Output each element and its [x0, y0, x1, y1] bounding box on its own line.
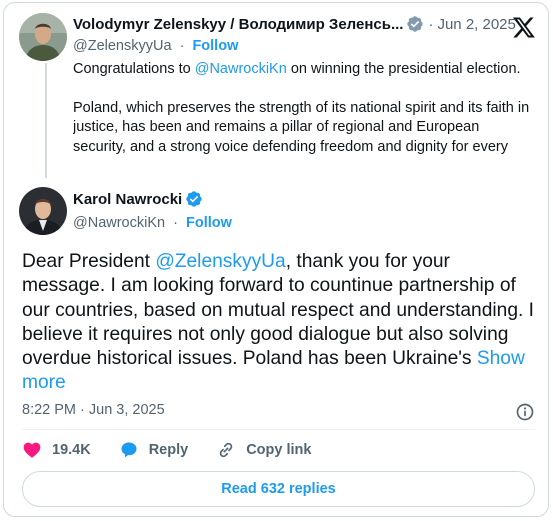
follow-nawrocki-button[interactable]: Follow: [186, 215, 232, 231]
quoted-author-row: Volodymyr Zelenskyy / Володимир Зеленсь.…: [73, 15, 516, 33]
verified-badge-icon: [407, 16, 424, 32]
action-bar: 19.4K Reply Copy link: [22, 440, 339, 460]
quoted-paragraph-2: Poland, which preserves the strength of …: [73, 99, 530, 155]
copy-link-button[interactable]: Copy link: [216, 440, 311, 460]
quoted-post-date[interactable]: Jun 2, 2025: [437, 16, 515, 33]
reply-handle-row: @NawrockiKn · Follow: [73, 215, 232, 231]
separator-dot: ·: [173, 215, 178, 231]
info-icon[interactable]: [515, 402, 535, 422]
quoted-post-text: Congratulations to @NawrockiKn on winnin…: [73, 60, 533, 176]
reply-button[interactable]: Reply: [119, 440, 189, 460]
mention-link[interactable]: @ZelenskyyUa: [155, 251, 285, 272]
reply-bubble-icon: [121, 442, 137, 458]
divider: [22, 429, 535, 430]
quoted-handle-row: @ZelenskyyUa · Follow: [73, 38, 238, 54]
follow-zelenskyy-button[interactable]: Follow: [192, 38, 238, 54]
separator-dot: ·: [428, 15, 434, 33]
heart-icon: [23, 442, 41, 458]
like-count: 19.4K: [52, 442, 91, 458]
link-icon: [219, 442, 233, 458]
reply-handle[interactable]: @NawrockiKn: [73, 215, 165, 231]
reply-post-text: Dear President @ZelenskyyUa, thank you f…: [22, 250, 537, 396]
quoted-text-prefix: Congratulations to: [73, 61, 195, 77]
zelenskyy-avatar[interactable]: [19, 13, 67, 61]
reply-text-prefix: Dear President: [22, 251, 156, 272]
post-timestamp[interactable]: 8:22 PM · Jun 3, 2025: [22, 402, 165, 418]
thread-connector-line: [45, 63, 47, 178]
embedded-post-card: Volodymyr Zelenskyy / Володимир Зеленсь.…: [3, 2, 549, 517]
copy-link-label: Copy link: [246, 442, 312, 458]
reply-author-name[interactable]: Karol Nawrocki: [73, 191, 182, 208]
verified-badge-icon: [186, 191, 202, 207]
like-button[interactable]: 19.4K: [22, 440, 91, 460]
quoted-text-suffix: on winning the presidential election.: [286, 61, 521, 77]
quoted-author-name[interactable]: Volodymyr Zelenskyy / Володимир Зеленсь.…: [73, 16, 403, 33]
nawrocki-avatar[interactable]: [19, 187, 67, 235]
reply-label: Reply: [148, 442, 189, 458]
quoted-handle[interactable]: @ZelenskyyUa: [73, 38, 172, 54]
read-replies-button[interactable]: Read 632 replies: [22, 471, 535, 507]
separator-dot: ·: [179, 38, 185, 54]
reply-author-row: Karol Nawrocki: [73, 190, 203, 208]
mention-link[interactable]: @NawrockiKn: [195, 61, 287, 77]
